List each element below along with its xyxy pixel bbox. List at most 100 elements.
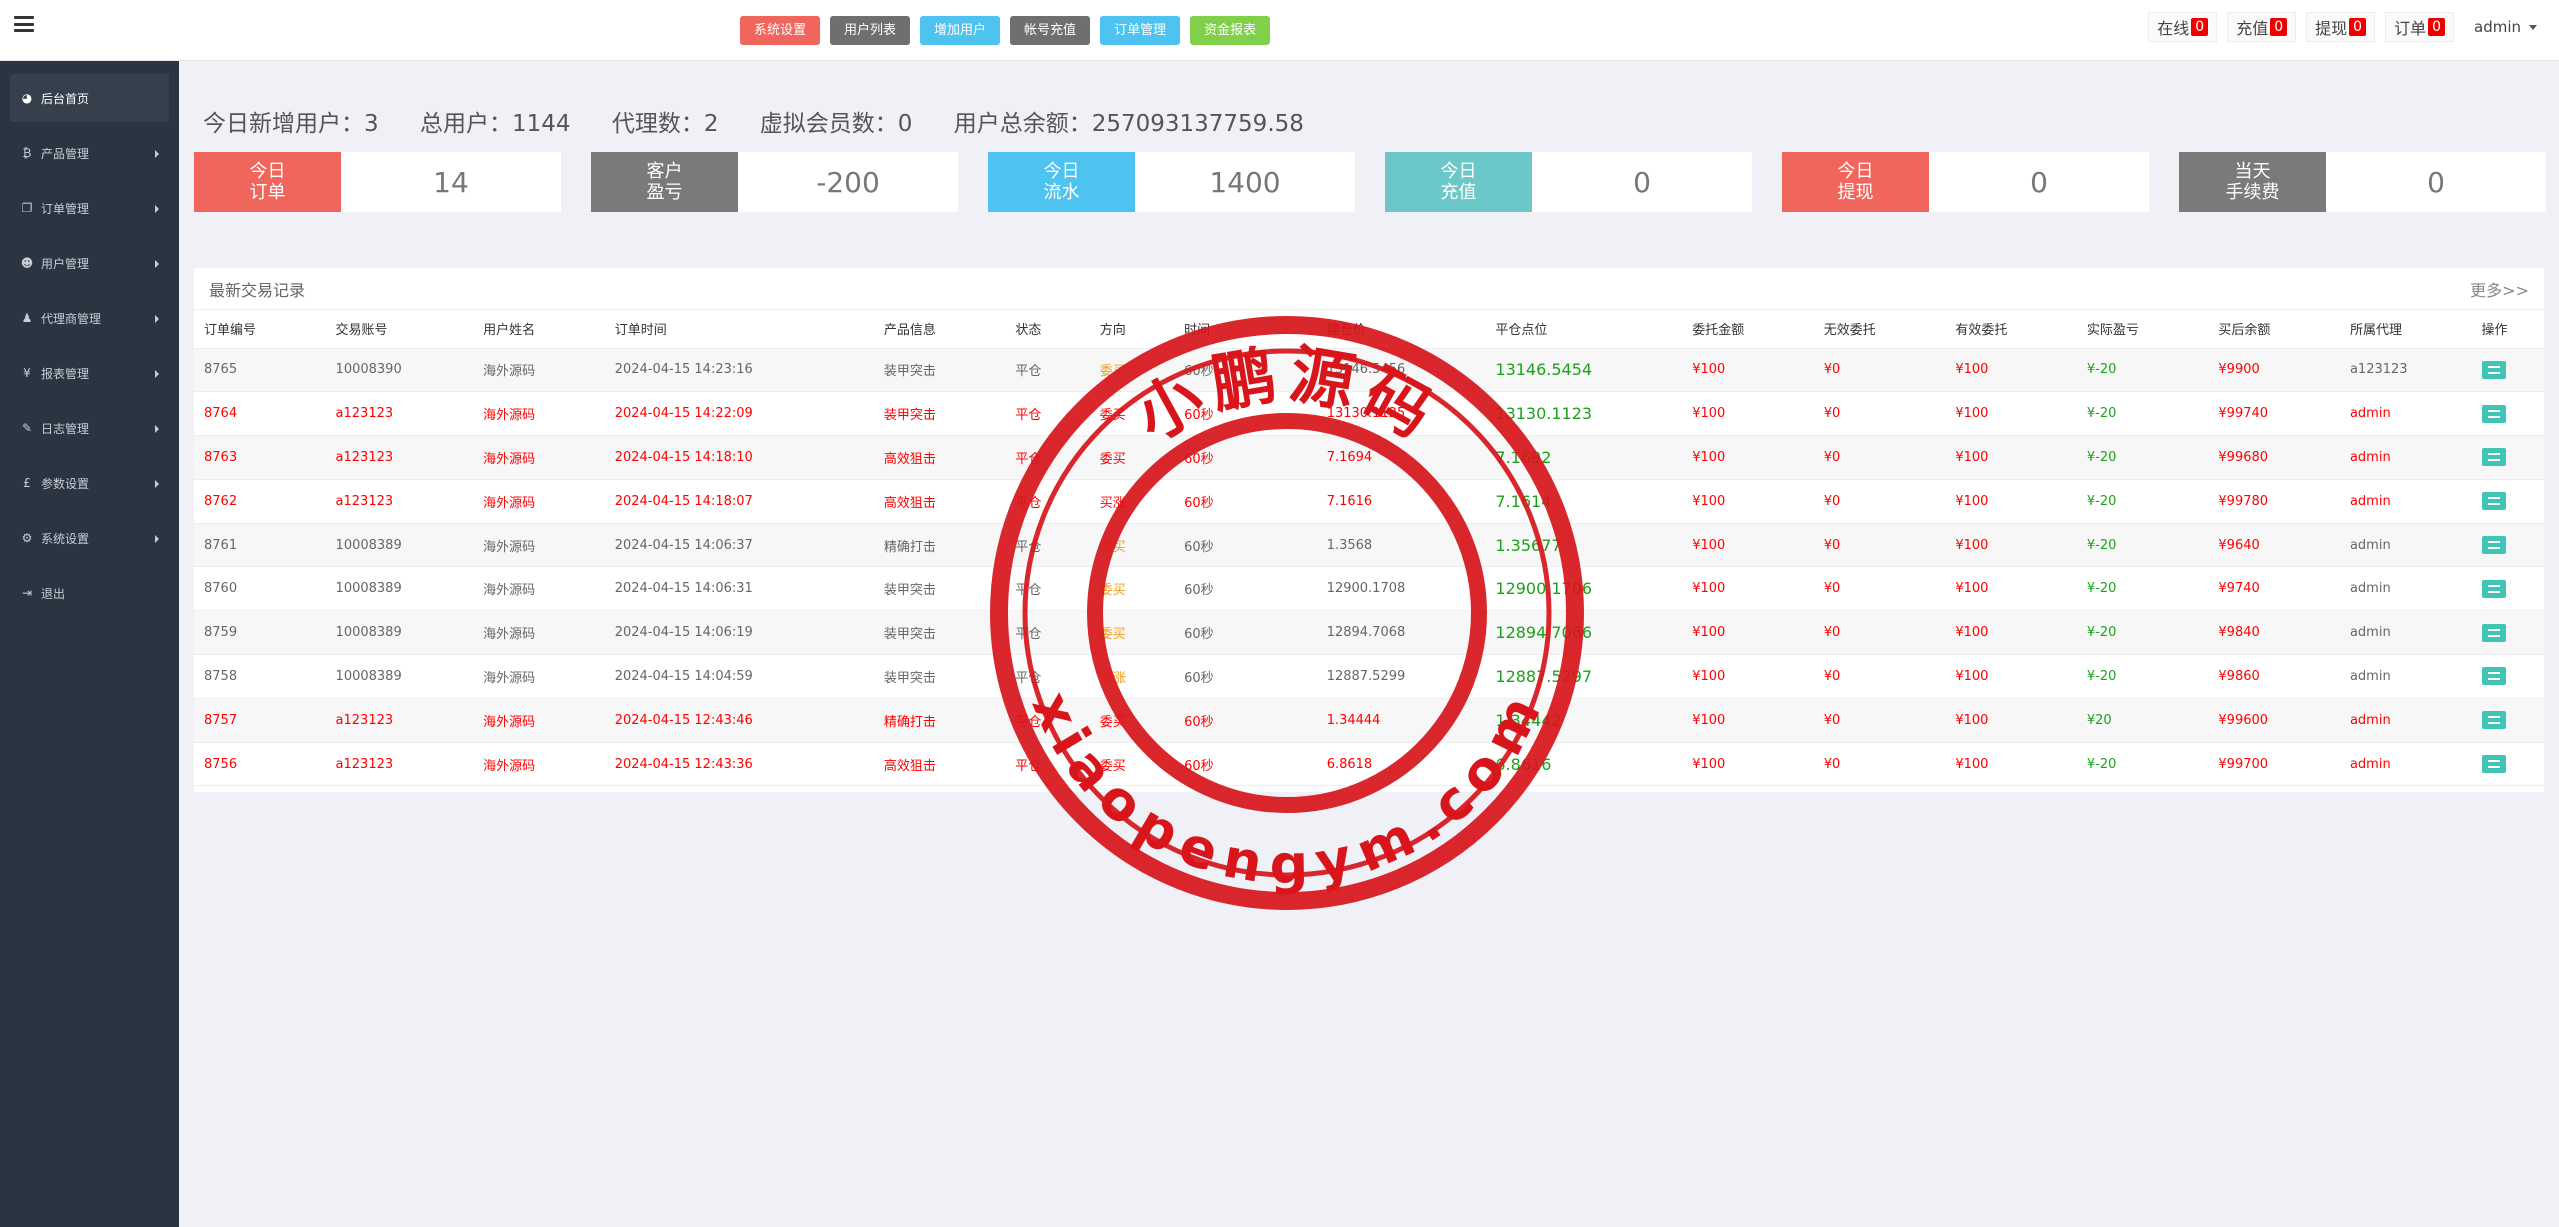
- top-nav-button-3[interactable]: 帐号充值: [1010, 16, 1091, 45]
- stat-agents: 代理数：2: [611, 111, 719, 137]
- table-cell: ¥100: [1945, 435, 2077, 480]
- dashboard-icon: ◕: [21, 91, 33, 105]
- table-cell: 12894.7066: [1485, 610, 1683, 656]
- detail-list-icon[interactable]: [2481, 711, 2506, 730]
- table-cell: admin: [2339, 698, 2472, 743]
- sidebar-item-6[interactable]: ✎ 日志管理: [10, 404, 169, 452]
- status-3[interactable]: 订单 0: [2385, 12, 2454, 42]
- status-1[interactable]: 充值 0: [2227, 12, 2297, 42]
- trades-table: 订单编号 交易账号 用户姓名 订单时间 产品信息 状态 方向 时间 建仓价 平仓点位 委托金额 无效委…: [194, 310, 2544, 787]
- label-line-1: 客户: [646, 161, 683, 182]
- table-cell: 8762: [194, 479, 326, 524]
- table-cell: 平仓: [1005, 348, 1090, 393]
- column-header: 委托金额: [1682, 310, 1814, 349]
- column-header: 所属代理: [2339, 310, 2472, 349]
- table-cell: 海外源码: [473, 391, 605, 437]
- stat-total-balance: 用户总余额：257093137759.58: [953, 111, 1304, 137]
- chevron-right-icon: [155, 260, 159, 268]
- detail-list-icon[interactable]: [2481, 667, 2506, 686]
- table-cell: 10008389: [325, 654, 474, 699]
- detail-list-icon[interactable]: [2481, 492, 2506, 511]
- top-nav-button-5[interactable]: 资金报表: [1190, 16, 1271, 45]
- table-cell: 海外源码: [473, 654, 605, 699]
- table-cell: 平仓: [1005, 610, 1090, 656]
- detail-list-icon[interactable]: [2481, 755, 2506, 774]
- column-header: 产品信息: [873, 310, 1006, 349]
- detail-list-icon[interactable]: [2481, 579, 2506, 598]
- table-cell: 12900.1708: [1316, 566, 1486, 612]
- table-cell: ¥0: [1813, 742, 1946, 787]
- detail-list-icon[interactable]: [2481, 404, 2506, 423]
- table-cell: admin: [2339, 566, 2472, 612]
- table-cell: 装甲突击: [873, 566, 1006, 612]
- table-cell-action: [2471, 479, 2544, 524]
- status-label: 在线: [2157, 19, 2190, 38]
- sidebar-item-1[interactable]: ₿ 产品管理: [10, 129, 169, 177]
- table-cell: ¥99740: [2208, 391, 2340, 437]
- stat-card-label: 今日 订单: [194, 152, 341, 212]
- chevron-right-icon: [155, 480, 159, 488]
- table-cell: ¥100: [1682, 479, 1814, 524]
- stat-card-label-text: 今日 流水: [1044, 161, 1080, 203]
- detail-list-icon[interactable]: [2481, 448, 2506, 467]
- top-nav-button-2[interactable]: 增加用户: [920, 16, 1001, 45]
- sidebar-item-5[interactable]: ¥ 报表管理: [10, 349, 169, 397]
- table-row: 8762 a123123 海外源码 2024-04-15 14:18:07 高效狙击 平仓…: [194, 479, 2544, 524]
- sidebar-item-label: 日志管理: [41, 421, 90, 436]
- table-cell: 60秒: [1174, 654, 1317, 699]
- table-cell: ¥0: [1813, 698, 1946, 743]
- table-cell: admin: [2339, 479, 2472, 524]
- stat-card-label-text: 今日 充值: [1441, 161, 1477, 203]
- table-cell: 13146.5454: [1485, 348, 1683, 393]
- table-cell: 2024-04-15 12:43:46: [604, 698, 874, 743]
- table-cell: 高效狙击: [873, 435, 1006, 480]
- table-cell: 6.8618: [1316, 742, 1486, 787]
- table-cell: 平仓: [1005, 479, 1090, 524]
- sidebar-item-3[interactable]: ☻ 用户管理: [10, 239, 169, 287]
- top-nav-button-1[interactable]: 用户列表: [830, 16, 911, 45]
- table-cell: ¥-20: [2076, 742, 2209, 787]
- table-cell: ¥100: [1945, 742, 2077, 787]
- column-header: 用户姓名: [473, 310, 605, 349]
- detail-list-icon[interactable]: [2481, 623, 2506, 642]
- more-link[interactable]: 更多>>: [2470, 277, 2529, 301]
- top-nav-button-4[interactable]: 订单管理: [1100, 16, 1181, 45]
- table-cell: 委买: [1089, 698, 1175, 743]
- table-cell: 海外源码: [473, 698, 605, 743]
- top-nav-button-0[interactable]: 系统设置: [740, 16, 821, 45]
- menu-toggle-icon[interactable]: [14, 16, 34, 32]
- table-cell: ¥99600: [2208, 698, 2340, 743]
- table-cell-action: [2471, 742, 2544, 787]
- table-cell: 平仓: [1005, 698, 1090, 743]
- sidebar-item-label: 订单管理: [41, 201, 90, 216]
- sidebar-item-2[interactable]: ❐ 订单管理: [10, 184, 169, 232]
- table-cell: 2024-04-15 14:18:07: [604, 479, 874, 524]
- detail-list-icon[interactable]: [2481, 536, 2506, 555]
- sidebar-item-9[interactable]: ⇥ 退出: [10, 569, 169, 617]
- stat-card-label-text: 今日 提现: [1838, 161, 1874, 203]
- table-cell: ¥100: [1682, 348, 1814, 393]
- table-cell: 装甲突击: [873, 654, 1006, 699]
- table-cell: 1.35677: [1485, 523, 1683, 568]
- admin-user-menu[interactable]: admin: [2464, 12, 2547, 42]
- sidebar-item-8[interactable]: ⚙ 系统设置: [10, 514, 169, 562]
- table-cell: 8758: [194, 654, 326, 699]
- table-cell: ¥9900: [2208, 348, 2340, 393]
- sidebar-item-0[interactable]: ◕ 后台首页: [10, 74, 169, 122]
- status-0[interactable]: 在线 0: [2148, 12, 2218, 42]
- column-header: 建仓价: [1316, 310, 1486, 349]
- status-2[interactable]: 提现 0: [2306, 12, 2376, 42]
- table-cell: 装甲突击: [873, 348, 1006, 393]
- table-row: 8764 a123123 海外源码 2024-04-15 14:22:09 装甲突击 平仓…: [194, 391, 2544, 437]
- stat-card-1: 客户 盈亏 -200: [591, 152, 958, 212]
- column-header: 交易账号: [325, 310, 474, 349]
- detail-list-icon[interactable]: [2481, 360, 2506, 379]
- table-cell: 60秒: [1174, 391, 1317, 437]
- stat-new-users: 今日新增用户：3: [203, 111, 379, 137]
- sidebar-item-4[interactable]: ♟ 代理商管理: [10, 294, 169, 342]
- sidebar-item-label: 报表管理: [41, 366, 90, 381]
- table-cell: 13130.1125: [1316, 391, 1486, 437]
- chevron-right-icon: [155, 370, 159, 378]
- sidebar-item-7[interactable]: £ 参数设置: [10, 459, 169, 507]
- stat-card-label: 今日 提现: [1782, 152, 1929, 212]
